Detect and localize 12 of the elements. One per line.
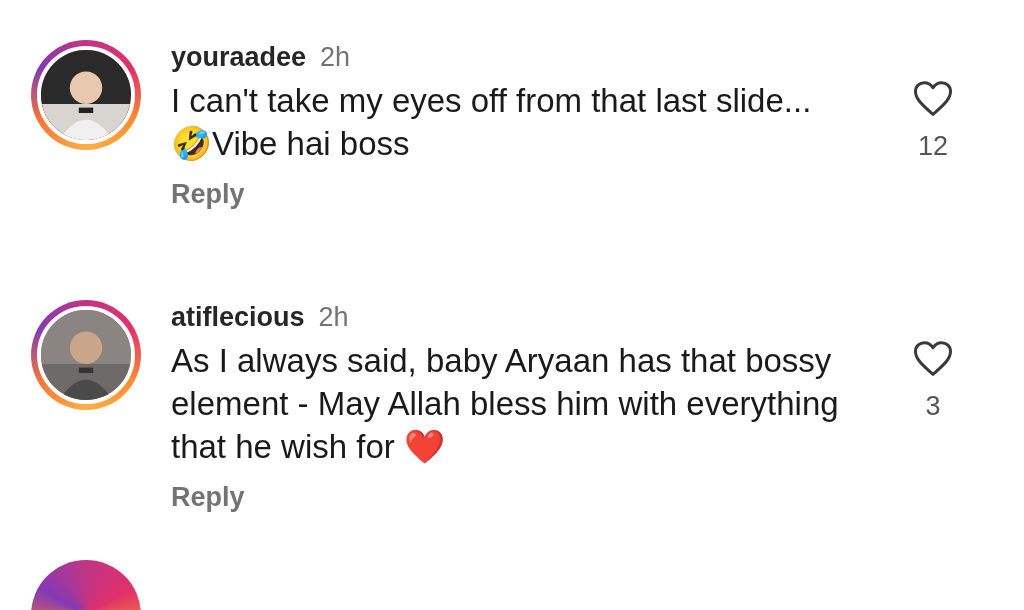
username[interactable]: atiflecious xyxy=(171,302,305,333)
like-count: 12 xyxy=(917,131,948,162)
heart-icon[interactable] xyxy=(913,340,953,377)
username[interactable]: youraadee xyxy=(171,42,307,73)
comment-time: 2h xyxy=(318,302,349,333)
comment-text: As I always said, baby Aryaan has that bossy element - May Allah bless him with everything that he wish for ❤ xyxy=(171,341,840,467)
comment-time: 2h xyxy=(320,42,351,73)
reply-button[interactable]: Reply xyxy=(171,179,245,210)
heart-icon[interactable] xyxy=(913,80,953,117)
like-count: 3 xyxy=(925,391,941,422)
reply-button[interactable]: Reply xyxy=(171,482,245,513)
comment-text: I can't take my eyes off from that last slide... 🤣Vibe hai boss xyxy=(171,81,813,164)
